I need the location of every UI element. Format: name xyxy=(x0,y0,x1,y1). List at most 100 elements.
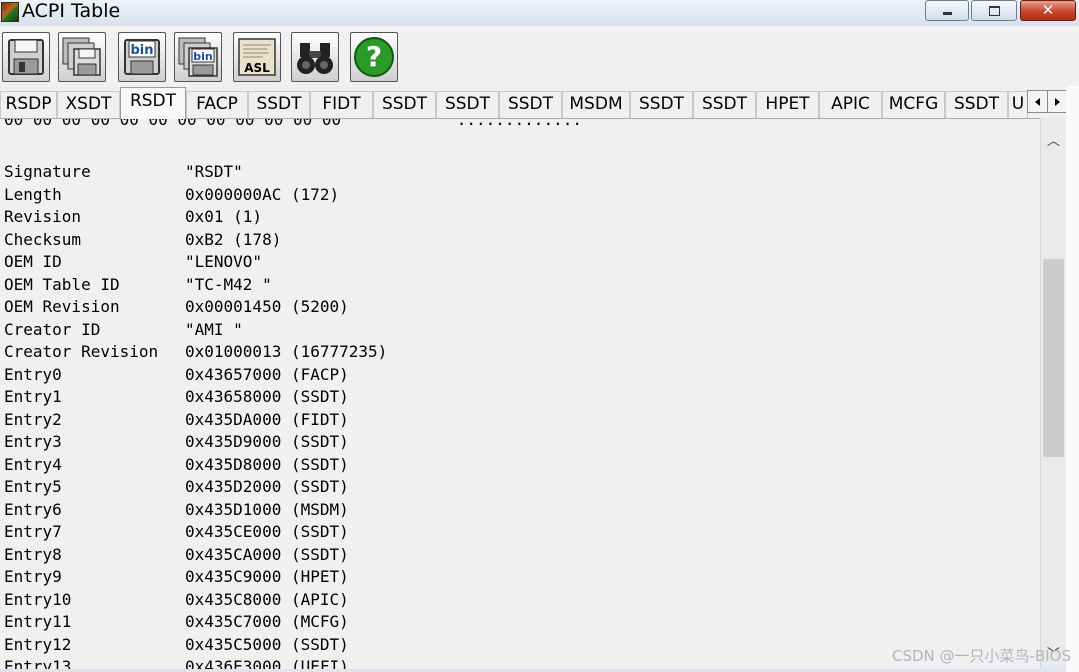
asl-document-icon: ASL xyxy=(238,38,276,76)
help-label: ? xyxy=(366,40,382,73)
tab-u[interactable]: U xyxy=(1008,91,1028,118)
field-value: "RSDT" xyxy=(185,162,243,181)
search-button[interactable] xyxy=(291,32,339,82)
tab-msdm[interactable]: MSDM xyxy=(562,91,630,118)
minimize-button[interactable] xyxy=(925,0,969,21)
maximize-icon xyxy=(988,5,1000,16)
field-value: "AMI " xyxy=(185,319,243,339)
tab-xsdt[interactable]: XSDT xyxy=(57,91,120,118)
asl-button[interactable]: ASL xyxy=(233,32,281,82)
tab-scroll-right-button[interactable] xyxy=(1047,90,1068,113)
tab-ssdt[interactable]: SSDT xyxy=(499,91,562,118)
tab-facp[interactable]: FACP xyxy=(186,91,248,118)
tab-hpet[interactable]: HPET xyxy=(756,91,819,118)
bin-label: bin xyxy=(130,43,153,58)
field-key: Entry5 xyxy=(4,477,62,496)
field-row: Entry7 0x435CE000 (SSDT) xyxy=(4,521,387,544)
save-all-bin-button[interactable]: bin xyxy=(174,32,222,82)
tab-scroll-left-button[interactable] xyxy=(1027,90,1048,113)
tab-bar: RSDP XSDT RSDT FACP SSDT FIDT SSDT SSDT … xyxy=(0,86,1079,119)
field-value: 0x435D2000 (SSDT) xyxy=(185,477,349,496)
field-value: "TC-M42 " xyxy=(185,274,272,294)
scroll-thumb[interactable] xyxy=(1043,259,1064,457)
field-value: 0x435CA000 (SSDT) xyxy=(185,544,349,564)
close-button[interactable]: ✕ xyxy=(1020,0,1076,21)
field-key: Entry3 xyxy=(4,432,62,451)
stacked-floppy-icon xyxy=(62,37,101,76)
field-value: 0x435CE000 (SSDT) xyxy=(185,522,349,541)
field-key: OEM ID xyxy=(4,252,62,271)
field-value: 0x01 (1) xyxy=(185,207,263,226)
field-value: 0x435D9000 (SSDT) xyxy=(185,432,349,451)
tab-apic[interactable]: APIC xyxy=(819,91,882,118)
minimize-icon xyxy=(942,12,952,15)
field-row: OEM ID "LENOVO" xyxy=(4,251,387,274)
title-bar[interactable]: ACPI Table ✕ xyxy=(0,0,1079,26)
field-key: Entry4 xyxy=(4,454,62,474)
maximize-button[interactable] xyxy=(971,0,1017,21)
field-row: Entry0 0x43657000 (FACP) xyxy=(4,364,387,387)
field-key: Entry8 xyxy=(4,544,62,564)
field-row: Entry3 0x435D9000 (SSDT) xyxy=(4,431,387,454)
field-key: Entry1 xyxy=(4,387,62,406)
question-mark-icon: ? xyxy=(354,37,394,77)
field-value: 0x000000AC (172) xyxy=(185,184,340,204)
field-key: OEM Table ID xyxy=(4,274,120,294)
field-value: "LENOVO" xyxy=(185,252,263,271)
field-value: 0x436E3000 (UEFI) xyxy=(185,657,349,669)
field-value: 0x435D8000 (SSDT) xyxy=(185,454,349,474)
tab-mcfg[interactable]: MCFG xyxy=(882,91,945,118)
field-row: Entry10 0x435C8000 (APIC) xyxy=(4,589,387,612)
field-key: Entry12 xyxy=(4,634,72,654)
field-row: OEM Revision 0x00001450 (5200) xyxy=(4,296,387,319)
field-row: Entry9 0x435C9000 (HPET) xyxy=(4,566,387,589)
field-key: Entry7 xyxy=(4,522,62,541)
field-list: Signature "RSDT" Length 0x000000AC (172) Rev… xyxy=(4,161,387,669)
field-row: Revision 0x01 (1) xyxy=(4,206,387,229)
field-key: Entry9 xyxy=(4,567,62,586)
tab-ssdt[interactable]: SSDT xyxy=(436,91,499,118)
field-row: Creator Revision 0x01000013 (16777235) xyxy=(4,341,387,364)
tab-fidt[interactable]: FIDT xyxy=(310,91,373,118)
field-value: 0x01000013 (16777235) xyxy=(185,342,388,361)
tab-ssdt[interactable]: SSDT xyxy=(630,91,693,118)
save-all-button[interactable] xyxy=(58,32,106,82)
table-view[interactable]: 00 00 00 00 00 00 00 00 00 00 00 00 ....… xyxy=(0,118,1040,669)
field-value: 0x435C5000 (SSDT) xyxy=(185,634,349,654)
tab-ssdt[interactable]: SSDT xyxy=(248,91,310,118)
field-key: Creator ID xyxy=(4,319,101,339)
field-row: OEM Table ID "TC-M42 " xyxy=(4,274,387,297)
field-value: 0x435C8000 (APIC) xyxy=(185,589,349,609)
close-icon: ✕ xyxy=(1041,1,1055,19)
field-row: Entry12 0x435C5000 (SSDT) xyxy=(4,634,387,657)
field-key: Entry11 xyxy=(4,612,72,631)
field-key: Revision xyxy=(4,207,82,226)
field-row: Entry2 0x435DA000 (FIDT) xyxy=(4,409,387,432)
scroll-up-icon[interactable]: ︿ xyxy=(1041,130,1066,149)
toolbar: bin bin ASL ? xyxy=(0,26,1079,86)
window-border xyxy=(1066,86,1079,672)
tab-rsdp[interactable]: RSDP xyxy=(0,91,57,118)
field-value: 0x43657000 (FACP) xyxy=(185,364,349,384)
binoculars-icon xyxy=(297,43,333,74)
save-button[interactable] xyxy=(2,32,50,82)
tab-ssdt[interactable]: SSDT xyxy=(693,91,756,118)
help-button[interactable]: ? xyxy=(350,32,398,82)
field-value: 0x435C9000 (HPET) xyxy=(185,567,349,586)
field-key: Checksum xyxy=(4,229,82,249)
floppy-disk-icon xyxy=(8,39,44,75)
arrow-right-icon xyxy=(1055,97,1060,106)
field-key: Length xyxy=(4,184,62,204)
vertical-scrollbar[interactable]: ︿ ﹀ xyxy=(1040,118,1066,668)
save-bin-button[interactable]: bin xyxy=(118,32,166,82)
field-row: Entry8 0x435CA000 (SSDT) xyxy=(4,544,387,567)
field-key: Creator Revision xyxy=(4,342,159,361)
tab-ssdt[interactable]: SSDT xyxy=(373,91,436,118)
field-value: 0x435C7000 (MCFG) xyxy=(185,612,349,631)
tab-ssdt[interactable]: SSDT xyxy=(945,91,1008,118)
tab-rsdt[interactable]: RSDT xyxy=(120,87,186,119)
field-key: Entry6 xyxy=(4,499,62,519)
bin-label: bin xyxy=(193,50,212,63)
field-row: Entry1 0x43658000 (SSDT) xyxy=(4,386,387,409)
asl-label: ASL xyxy=(244,61,270,75)
